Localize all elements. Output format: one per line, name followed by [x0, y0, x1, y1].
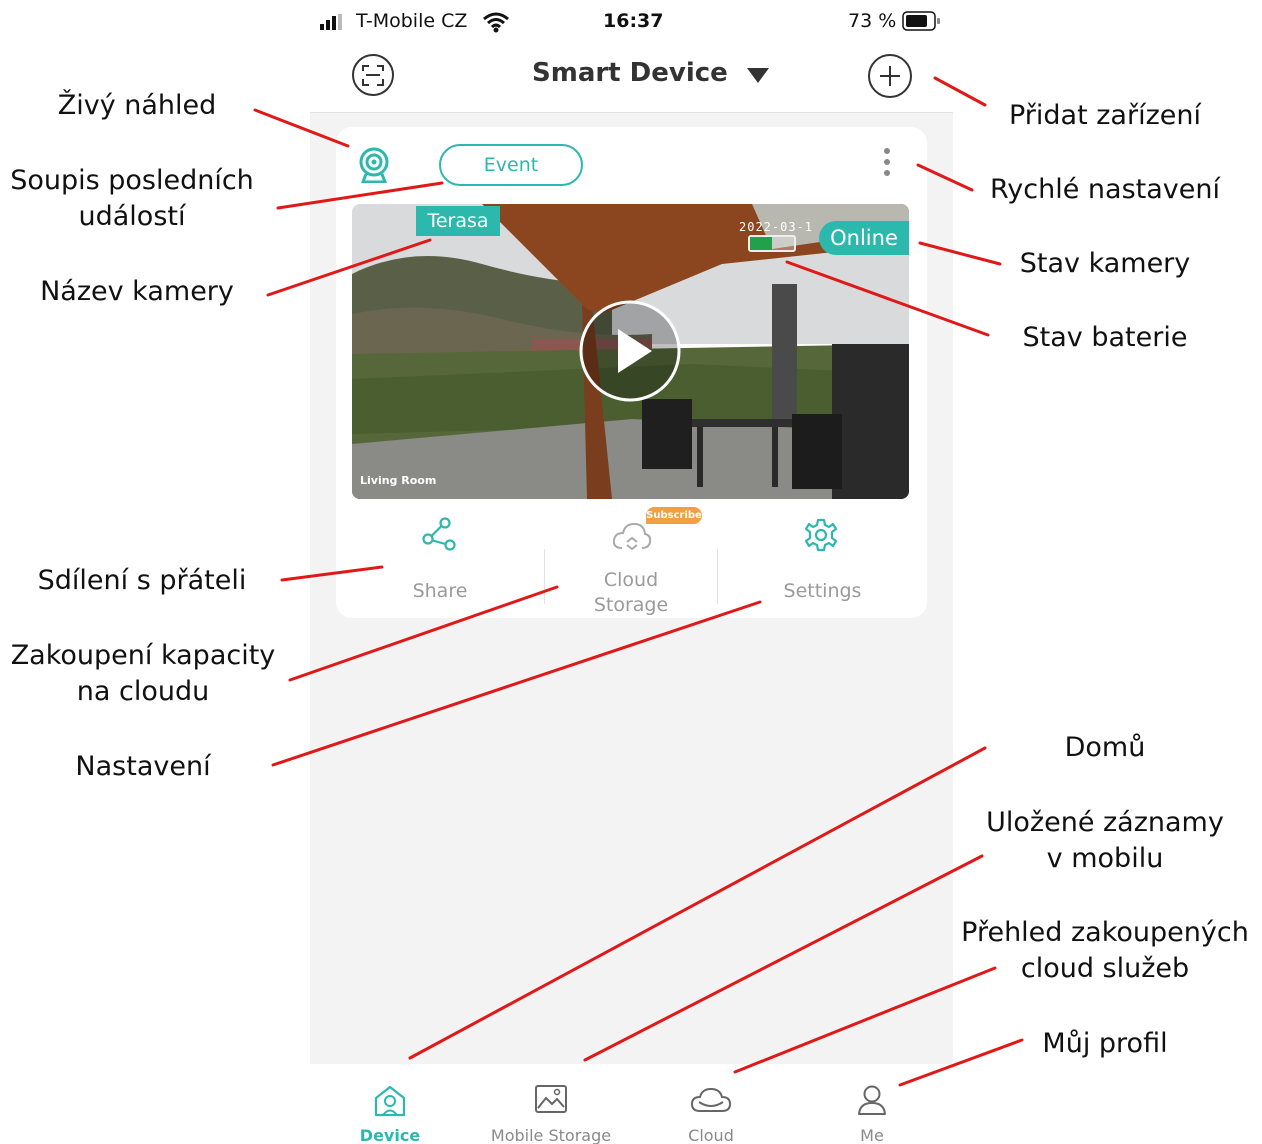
online-status-badge: Online [819, 221, 909, 255]
annotation-cloud-line1: Zakoupení kapacity [10, 640, 276, 671]
annotation-events-line1: Soupis posledních [10, 165, 254, 196]
annotation-camera-status: Stav kamery [1019, 248, 1191, 279]
add-device-button[interactable] [868, 54, 912, 98]
device-group-title[interactable]: Smart Device [532, 58, 728, 88]
nav-bar: Smart Device [310, 42, 953, 113]
share-label: Share [412, 580, 468, 602]
scan-button[interactable] [352, 54, 394, 96]
subscribe-badge[interactable]: Subscribe [646, 507, 702, 524]
battery-percent: 73 % [848, 10, 897, 32]
annotation-battery-status: Stav baterie [1022, 322, 1188, 353]
plus-icon [880, 66, 900, 86]
settings-button[interactable]: Settings [718, 499, 927, 618]
profile-tab-icon[interactable] [856, 1084, 888, 1116]
annotation-settings: Nastavení [75, 751, 211, 782]
tab-cloud[interactable]: Cloud [671, 1126, 751, 1144]
annotation-cloud-services-line2: cloud služeb [1020, 953, 1190, 984]
carrier-name: T-Mobile CZ [356, 10, 468, 32]
device-card: Event Terasa 2022-03-1 Online Living Roo… [336, 127, 927, 618]
status-bar: T-Mobile CZ 16:37 73 % [310, 0, 953, 42]
annotation-events: Soupis posledních událostí [0, 163, 264, 235]
caret-down-icon[interactable] [747, 68, 769, 84]
timestamp-overlay: 2022-03-1 [739, 220, 814, 234]
scan-icon [362, 65, 384, 86]
camera-name-tag: Terasa [416, 206, 500, 236]
annotation-mobile-storage: Uložené záznamy v mobilu [960, 805, 1250, 877]
annotation-camera-name: Název kamery [40, 276, 234, 307]
annotation-events-line2: událostí [78, 201, 186, 232]
settings-label: Settings [783, 580, 862, 602]
annotation-home: Domů [1064, 732, 1146, 763]
status-time: 16:37 [603, 10, 664, 32]
live-preview-icon[interactable] [358, 147, 390, 183]
cloud-sync-icon [612, 522, 652, 551]
more-options-icon[interactable] [882, 147, 892, 179]
annotation-cloud-services: Přehled zakoupených cloud služeb [960, 915, 1250, 987]
annotation-cloud-services-line1: Přehled zakoupených [961, 917, 1249, 948]
cloud-storage-button[interactable]: Subscribe Cloud Storage [545, 499, 717, 618]
cloud-storage-label-line1: Cloud [603, 569, 659, 591]
annotation-add-device: Přidat zařízení [1009, 100, 1201, 131]
gear-icon [804, 518, 838, 552]
annotation-profile: Můj profil [1042, 1028, 1168, 1059]
home-tab-icon[interactable] [372, 1084, 408, 1118]
share-button[interactable]: Share [336, 499, 544, 618]
annotation-cloud-line2: na cloudu [76, 676, 210, 707]
event-button[interactable]: Event [439, 144, 583, 186]
share-icon [422, 517, 456, 551]
cloud-tab-icon[interactable] [690, 1086, 732, 1114]
tab-mobile-storage[interactable]: Mobile Storage [476, 1126, 626, 1144]
annotation-quick-settings: Rychlé nastavení [990, 174, 1220, 205]
tab-device[interactable]: Device [350, 1126, 430, 1144]
battery-fill [750, 237, 772, 250]
tab-me[interactable]: Me [832, 1126, 912, 1144]
cloud-storage-label: Cloud Storage [545, 568, 717, 618]
gallery-tab-icon[interactable] [534, 1084, 568, 1114]
battery-icon [902, 11, 940, 31]
annotation-live-preview: Živý náhled [57, 90, 217, 121]
battery-indicator [748, 235, 796, 252]
wifi-icon [483, 12, 509, 33]
phone-screen: T-Mobile CZ 16:37 73 % Smart Device Even… [310, 0, 953, 1144]
annotation-cloud: Zakoupení kapacity na cloudu [0, 638, 286, 710]
video-watermark: Living Room [360, 474, 437, 487]
annotation-mobile-storage-line2: v mobilu [1046, 843, 1164, 874]
annotation-share: Sdílení s přáteli [37, 565, 247, 596]
signal-icon [320, 14, 342, 30]
cloud-storage-label-line2: Storage [593, 594, 669, 616]
annotation-mobile-storage-line1: Uložené záznamy [986, 807, 1224, 838]
camera-preview[interactable]: Terasa 2022-03-1 Online Living Room [352, 204, 909, 499]
card-actions: Share Subscribe Cloud Storage Settings [336, 499, 927, 618]
